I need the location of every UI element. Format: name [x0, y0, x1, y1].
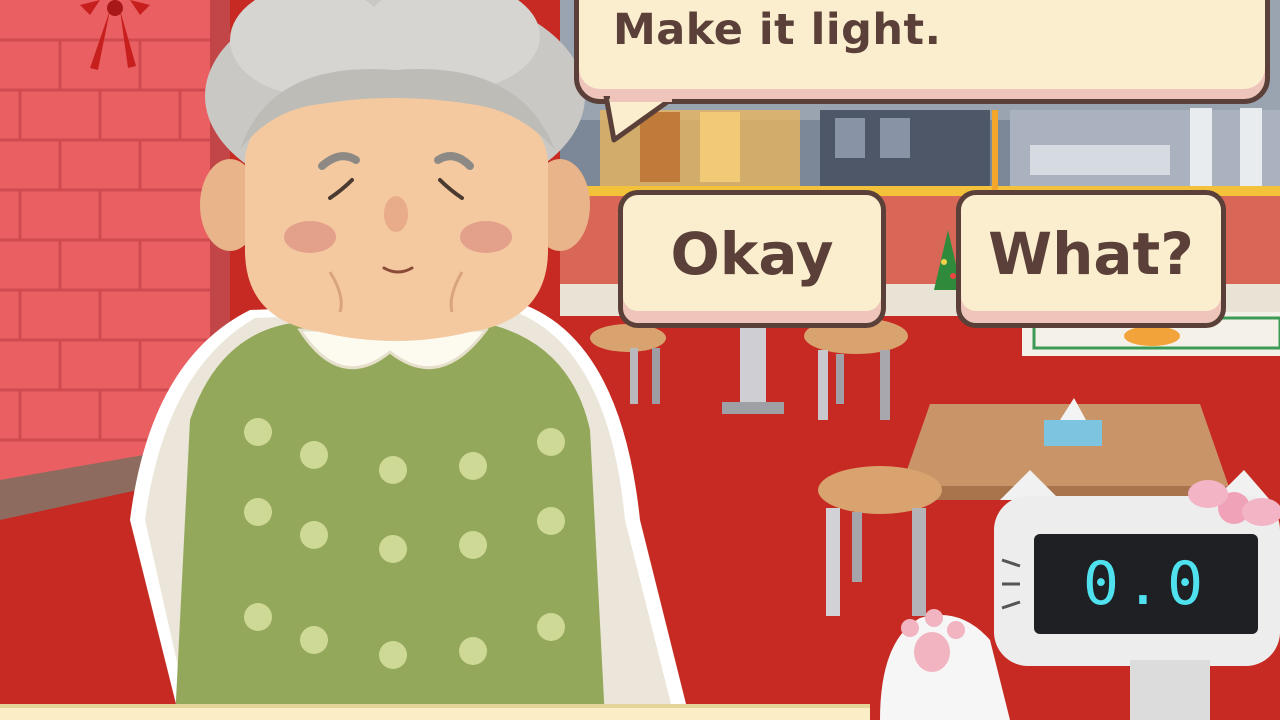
robot-display-screen: 0.0	[1034, 534, 1258, 634]
what-choice-button[interactable]: What?	[956, 190, 1226, 328]
speech-bubble: Make it light.	[574, 0, 1270, 104]
okay-choice-button[interactable]: Okay	[618, 190, 886, 328]
robot-display-value: 0.0	[1082, 549, 1210, 619]
speech-text: Make it light.	[613, 5, 942, 55]
game-scene: Make it light. Okay What? 0.0	[0, 0, 1280, 720]
table-front-right	[900, 398, 1230, 500]
okay-choice-label: Okay	[670, 220, 834, 288]
what-choice-label: What?	[988, 220, 1194, 288]
speech-bubble-tail	[603, 96, 673, 143]
